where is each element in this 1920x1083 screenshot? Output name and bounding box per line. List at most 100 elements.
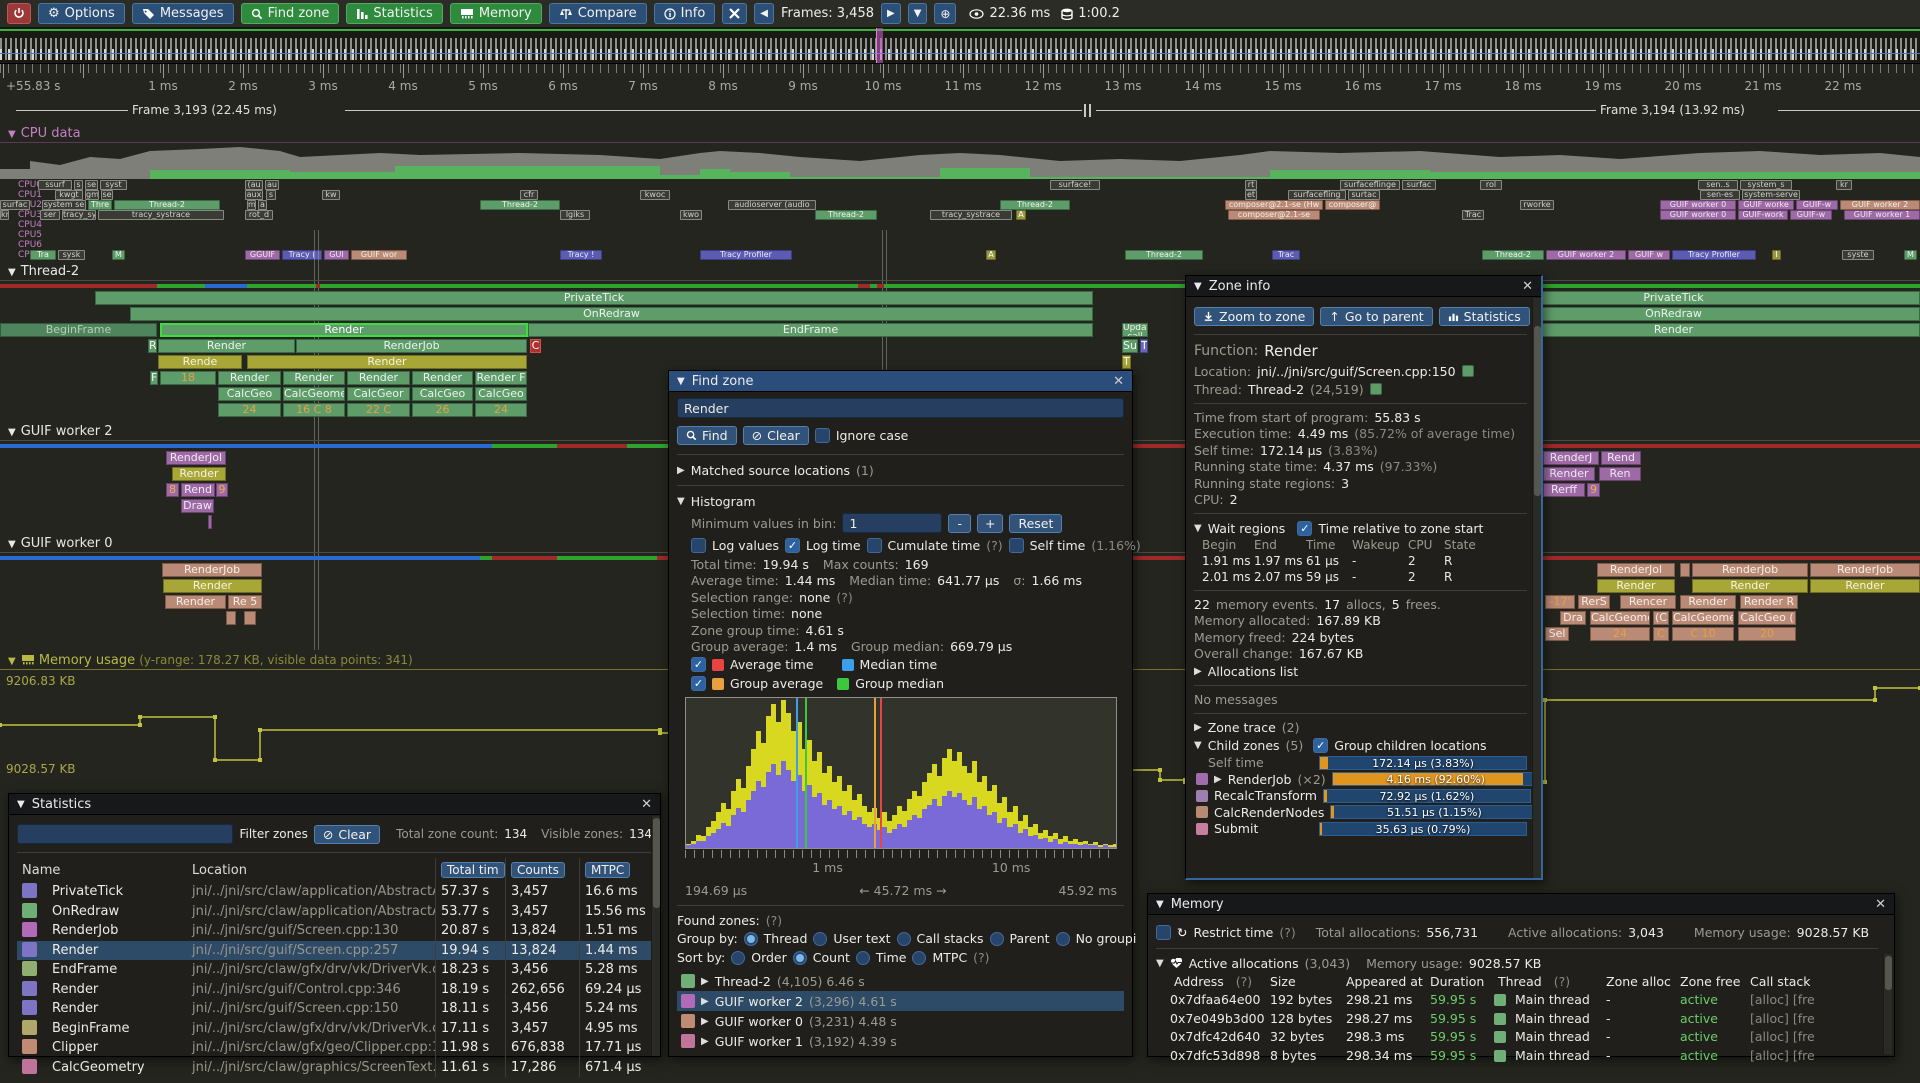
- stats-filter-input[interactable]: [17, 824, 233, 844]
- timeline-zone[interactable]: Render: [218, 371, 281, 385]
- column-name[interactable]: Name: [17, 863, 187, 878]
- cpu-zone-chip[interactable]: surtac: [1348, 190, 1380, 200]
- alloc-call-stack[interactable]: [alloc] [fre: [1746, 1048, 1876, 1063]
- sort-by-radio-mtpc[interactable]: [912, 951, 926, 965]
- cpu-zone-chip[interactable]: system-serve: [1742, 190, 1800, 200]
- zone-location[interactable]: jni/../jni/src/guif/Control.cpp:346: [187, 982, 435, 997]
- cpu-zone-chip[interactable]: system_s: [1740, 180, 1792, 190]
- fz-clear-button[interactable]: ⊘Clear: [743, 426, 809, 445]
- timeline-zone[interactable]: Render R: [1740, 595, 1798, 609]
- timeline-zone[interactable]: C: [1653, 627, 1669, 641]
- cpu-zone-chip[interactable]: M: [112, 250, 125, 260]
- cpu-zone-chip[interactable]: Tracy Profiler: [700, 250, 792, 260]
- child-zone-row[interactable]: Self time172.14 µs (3.83%): [1194, 755, 1527, 772]
- ignore-case-checkbox[interactable]: [815, 428, 830, 443]
- collapse-triangle-icon[interactable]: ▼: [677, 496, 685, 507]
- expand-triangle-icon[interactable]: ▶: [701, 976, 709, 987]
- timeline-zone[interactable]: Rend: [181, 483, 215, 497]
- timeline-zone[interactable]: Rende: [158, 355, 242, 369]
- group-by-radio-parent[interactable]: [990, 932, 1004, 946]
- cpu-zone-chip[interactable]: GUIF wor: [351, 250, 407, 260]
- tools-button[interactable]: [722, 3, 747, 24]
- statistics-button[interactable]: Statistics: [346, 3, 442, 24]
- timeline-zone[interactable]: Dra: [1560, 611, 1586, 625]
- timeline-zone[interactable]: Render: [283, 371, 345, 385]
- found-thread-name[interactable]: Thread-2: [715, 974, 771, 989]
- cpu-zone-chip[interactable]: A: [1016, 210, 1026, 220]
- timeline-zone[interactable]: RenderJol: [1597, 563, 1675, 577]
- min-plus-button[interactable]: +: [977, 514, 1003, 533]
- wait-regions-label[interactable]: Wait regions: [1208, 521, 1286, 536]
- matched-source-locations-label[interactable]: Matched source locations: [691, 463, 850, 478]
- help-icon[interactable]: (?): [836, 590, 852, 605]
- stats-table-row[interactable]: Renderjni/../jni/src/guif/Screen.cpp:257…: [17, 941, 652, 961]
- alloc-address[interactable]: 0x7e049b3d00: [1166, 1011, 1266, 1026]
- cpu-zone-chip[interactable]: GUIF w: [1628, 250, 1670, 260]
- zone-name[interactable]: Clipper: [47, 1040, 187, 1055]
- time-ruler[interactable]: +55.83 s 1 ms2 ms3 ms4 ms5 ms6 ms7 ms8 m…: [0, 64, 1920, 98]
- stats-table-row[interactable]: Renderjni/../jni/src/guif/Screen.cpp:150…: [17, 999, 652, 1019]
- cpu-zone-chip[interactable]: cfr: [520, 190, 538, 200]
- timeline-zone[interactable]: PrivateTick: [95, 291, 1093, 305]
- timeline-zone[interactable]: Su: [1122, 339, 1138, 353]
- zone-location[interactable]: jni/../jni/src/guif/Screen.cpp:257: [187, 943, 435, 958]
- find-zone-button[interactable]: Find zone: [241, 3, 340, 24]
- timeline-zone[interactable]: 18: [160, 371, 216, 385]
- timeline-zone[interactable]: Rend: [1601, 451, 1641, 465]
- cpu-zone-chip[interactable]: sysk: [58, 250, 85, 260]
- cpu-zone-chip[interactable]: Tra: [30, 250, 56, 260]
- cpu-zone-chip[interactable]: surfaceflinge: [1340, 180, 1400, 190]
- timeline-zone[interactable]: CalcGeome: [283, 387, 345, 401]
- timeline-zone[interactable]: Render: [165, 595, 226, 609]
- cpu-zone-chip[interactable]: Tracy Profiler: [1672, 250, 1756, 260]
- timeline-zone[interactable]: 24: [218, 403, 281, 417]
- timeline-zone[interactable]: Re 5: [228, 595, 262, 609]
- timeline-zone[interactable]: F: [150, 371, 158, 385]
- wait-col-state[interactable]: State: [1444, 538, 1482, 552]
- found-zone-group-row[interactable]: ▶Thread-2(4,105) 6.46 s: [677, 971, 1124, 991]
- timeline-zone[interactable]: [208, 515, 212, 529]
- alloc-address[interactable]: 0x7dfc42d640: [1166, 1029, 1266, 1044]
- zone-name[interactable]: Render: [47, 982, 187, 997]
- cpu-zone-chip[interactable]: rol: [1480, 180, 1502, 190]
- frame-overview-strip[interactable]: [0, 28, 1920, 64]
- child-zone-row[interactable]: CalcRenderNodes51.51 µs (1.15%): [1194, 804, 1527, 821]
- close-icon[interactable]: ✕: [641, 797, 652, 812]
- column-call-stack[interactable]: Call stack: [1746, 974, 1876, 989]
- expand-triangle-icon[interactable]: ▶: [701, 1036, 709, 1047]
- stats-table-row[interactable]: PrivateTickjni/../jni/src/claw/applicati…: [17, 882, 652, 902]
- column-size[interactable]: Size: [1266, 974, 1342, 989]
- alloc-call-stack[interactable]: [alloc] [fre: [1746, 1029, 1876, 1044]
- timeline-zone[interactable]: Ren: [1599, 467, 1641, 481]
- close-icon[interactable]: ✕: [1522, 279, 1533, 294]
- cpu-zone-chip[interactable]: ssurf: [38, 180, 72, 190]
- timeline-zone[interactable]: CalcGeomet: [1672, 611, 1734, 625]
- found-zone-group-row[interactable]: ▶GUIF worker 0(3,231) 4.48 s: [677, 1011, 1124, 1031]
- cpu-zone-chip[interactable]: a: [258, 200, 267, 210]
- histogram-section-label[interactable]: Histogram: [691, 494, 756, 509]
- restrict-time-checkbox[interactable]: [1156, 925, 1171, 940]
- column-duration[interactable]: Duration: [1426, 974, 1490, 989]
- column-counts-button[interactable]: Counts: [511, 862, 565, 878]
- timeline-zone[interactable]: 8: [166, 483, 179, 497]
- zone-location[interactable]: jni/../jni/src/claw/gfx/geo/Clipper.cpp:…: [187, 1040, 435, 1055]
- timeline-zone[interactable]: CalcGeo: [218, 387, 281, 401]
- cpu-zone-chip[interactable]: Thread-2: [114, 200, 220, 210]
- cpu-zone-chip[interactable]: GUIF worker 0: [1660, 210, 1736, 220]
- timeline-zone[interactable]: [244, 611, 256, 625]
- found-thread-name[interactable]: GUIF worker 0: [715, 1014, 803, 1029]
- cpu-zone-chip[interactable]: GUIF worker 2: [1840, 200, 1920, 210]
- expand-triangle-icon[interactable]: ▶: [677, 465, 685, 476]
- zone-name[interactable]: Render: [47, 943, 187, 958]
- zone-name[interactable]: Render: [47, 1001, 187, 1016]
- stats-table-row[interactable]: RenderJobjni/../jni/src/guif/Screen.cpp:…: [17, 921, 652, 941]
- stats-table-row[interactable]: Renderjni/../jni/src/guif/Control.cpp:34…: [17, 980, 652, 1000]
- cpu-zone-chip[interactable]: Thread-2: [1000, 200, 1070, 210]
- timeline-zone[interactable]: Render: [163, 579, 262, 593]
- help-icon[interactable]: (?): [766, 913, 782, 928]
- thread-header[interactable]: ▼GUIF worker 2: [8, 424, 112, 439]
- child-zone-row[interactable]: ▶RenderJob(×2)4.16 ms (92.60%): [1194, 771, 1527, 788]
- timeline-zone[interactable]: Rencer: [1620, 595, 1676, 609]
- thread-header[interactable]: ▼Thread-2: [8, 264, 79, 279]
- found-thread-name[interactable]: GUIF worker 1: [715, 1034, 803, 1049]
